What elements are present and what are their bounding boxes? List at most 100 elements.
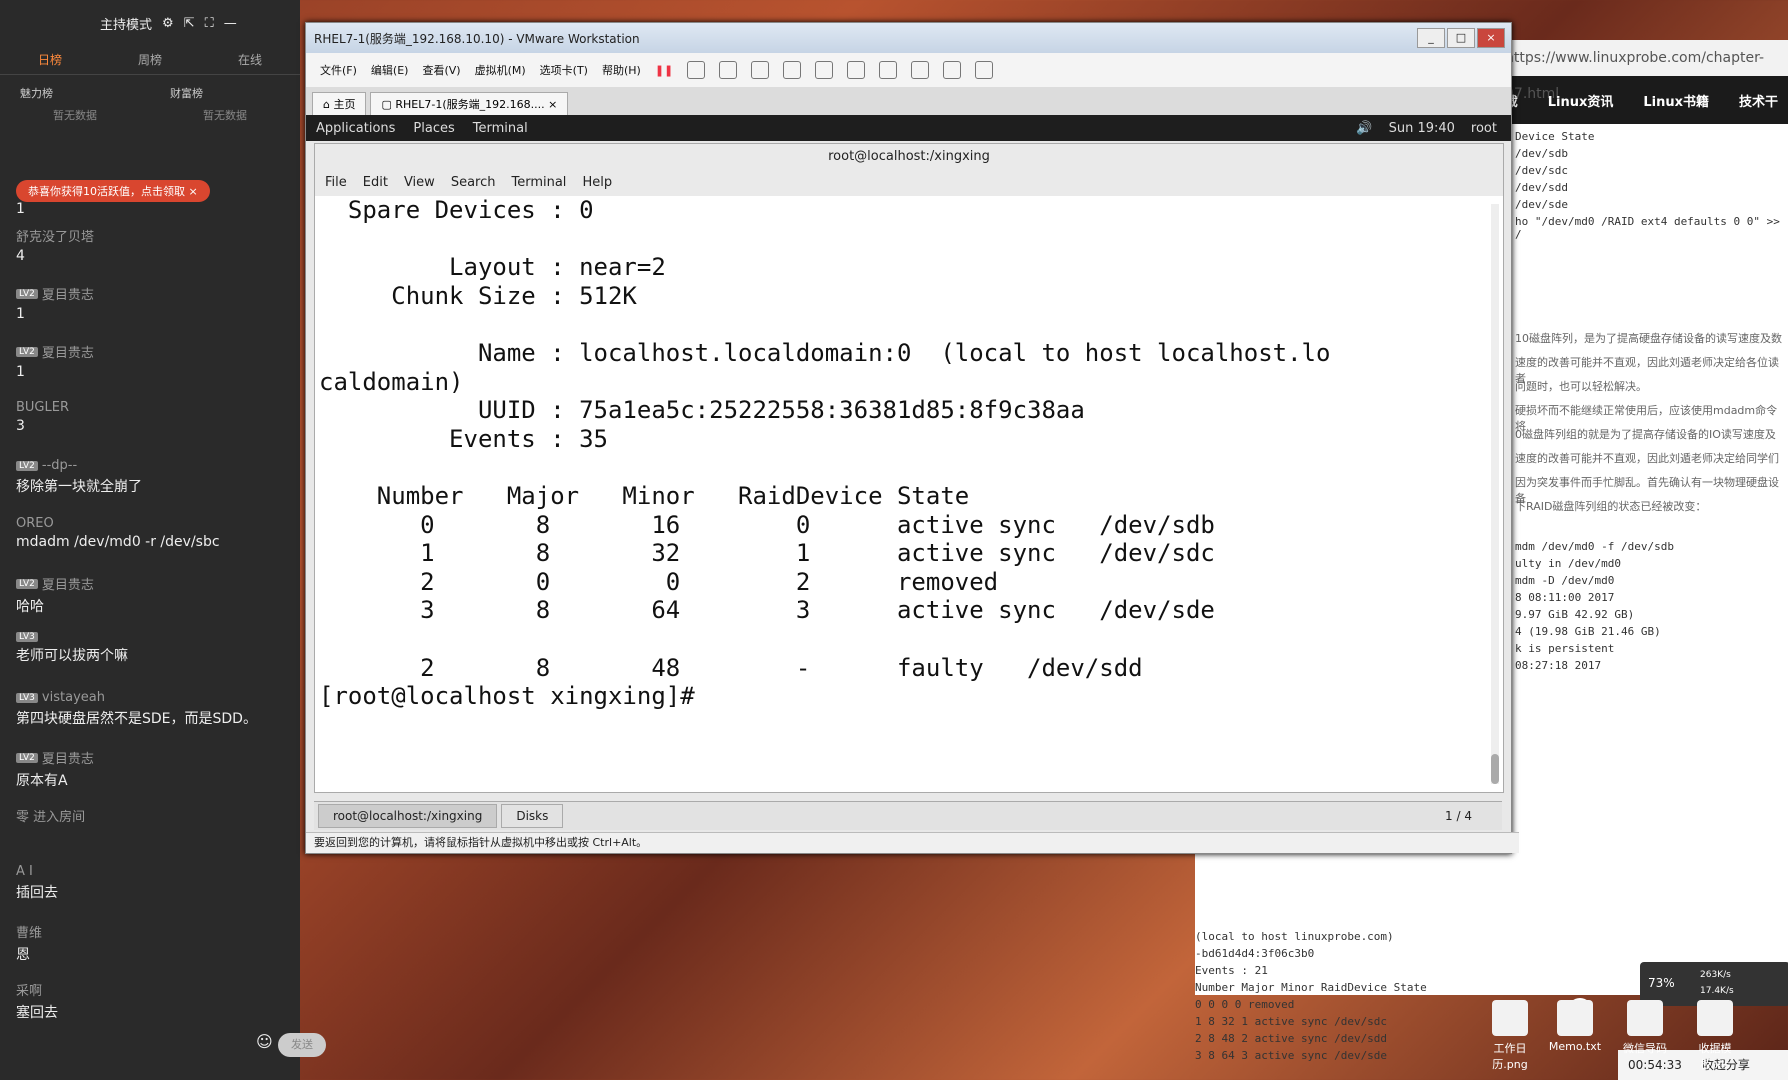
live-chat-panel: 主持模式 ⚙ ⇱ ⛶ — 日榜 周榜 在线 魅力榜 财富榜 暂无数据 暂无数据 … — [0, 0, 300, 1080]
desktop-icon[interactable]: 工作日历.png — [1480, 1000, 1540, 1072]
chat-user[interactable]: 曹维 — [16, 922, 42, 941]
term-menu-view[interactable]: View — [404, 170, 435, 196]
term-menu-edit[interactable]: Edit — [363, 170, 388, 196]
chat-user[interactable]: A I — [16, 864, 58, 879]
desktop-icon[interactable]: 微信导码 — [1615, 1000, 1675, 1056]
chat-user[interactable]: 采啊 — [16, 980, 58, 999]
chat-user[interactable]: LV2 --dp-- — [16, 458, 142, 473]
settings-icon[interactable]: ⚙ — [162, 16, 174, 31]
stretch-icon[interactable] — [975, 61, 994, 79]
chat-username: A I — [16, 864, 33, 879]
close-button[interactable]: × — [1477, 28, 1505, 48]
chat-username: vistayeah — [41, 690, 105, 705]
send-ctrlaltdel-icon[interactable] — [687, 61, 706, 79]
send-button[interactable]: 发送 — [278, 1033, 326, 1057]
empty-text: 暂无数据 — [203, 109, 247, 122]
minimize-button[interactable]: _ — [1417, 28, 1445, 48]
tab-daily[interactable]: 日榜 — [0, 46, 100, 74]
article-paragraph: 0磁盘阵列组的就是为了提高存储设备的IO读写速度及 — [1515, 428, 1776, 441]
terminal-title: root@localhost:/xingxing — [315, 144, 1503, 170]
desktop-icon-label: 微信导码 — [1623, 1042, 1667, 1055]
task-terminal[interactable]: root@localhost:/xingxing — [318, 804, 498, 828]
menu-help[interactable]: 帮助(H) — [602, 62, 641, 78]
rank-charm[interactable]: 魅力榜 — [0, 75, 150, 101]
desktop-icon[interactable]: Memo.txt — [1545, 1000, 1605, 1053]
chat-user[interactable]: BUGLER — [16, 400, 69, 415]
chat-user[interactable]: LV2 夏目贵志 — [16, 574, 94, 593]
tab-online[interactable]: 在线 — [200, 46, 300, 74]
terminal-scrollbar[interactable] — [1491, 204, 1499, 784]
revert-snapshot-icon[interactable] — [751, 61, 770, 79]
chat-user[interactable]: 零 进入房间 — [16, 806, 85, 825]
term-menu-help[interactable]: Help — [582, 170, 612, 196]
code-line: ulty in /dev/md0 — [1515, 557, 1621, 570]
pause-icon[interactable]: ❚❚ — [655, 64, 673, 77]
desktop-icon-label: Memo.txt — [1548, 1040, 1602, 1053]
term-menu-search[interactable]: Search — [451, 170, 496, 196]
code-line: mdm /dev/md0 -f /dev/sdb — [1515, 540, 1674, 553]
window-titlebar: RHEL7-1(服务端_192.168.10.10) - VMware Work… — [306, 23, 1511, 53]
maximize-button[interactable]: □ — [1447, 28, 1475, 48]
tab-weekly[interactable]: 周榜 — [100, 46, 200, 74]
desktop-icon[interactable]: 收据模板.xls — [1685, 1000, 1745, 1072]
user-menu[interactable]: root — [1471, 121, 1497, 136]
chat-username: OREO — [16, 516, 54, 531]
scroll-thumb[interactable] — [1491, 754, 1499, 784]
menu-tabs[interactable]: 选项卡(T) — [540, 62, 588, 78]
chat-user[interactable]: 舒克没了贝塔 — [16, 226, 94, 245]
nav-news[interactable]: Linux资讯 — [1548, 91, 1614, 110]
chat-message: LV2 --dp-- 移除第一块就全崩了 — [16, 458, 142, 496]
code-line: 4 (19.98 GiB 21.46 GB) — [1515, 625, 1661, 638]
applications-menu[interactable]: Applications — [316, 121, 395, 136]
menu-edit[interactable]: 编辑(E) — [371, 62, 409, 78]
host-mode-label[interactable]: 主持模式 — [100, 14, 152, 33]
chat-user[interactable]: LV3 vistayeah — [16, 690, 257, 705]
unity-icon[interactable] — [911, 61, 930, 79]
terminal-window[interactable]: root@localhost:/xingxing File Edit View … — [314, 143, 1504, 793]
fullscreen-icon[interactable]: ⛶ — [205, 16, 214, 31]
emoji-icon[interactable]: ☺ — [256, 1032, 273, 1051]
minimize-icon[interactable]: — — [224, 16, 237, 31]
term-menu-terminal[interactable]: Terminal — [511, 170, 566, 196]
menu-view[interactable]: 查看(V) — [422, 62, 460, 78]
term-menu-file[interactable]: File — [325, 170, 347, 196]
code-line: 8 08:11:00 2017 — [1515, 591, 1615, 604]
tab-home[interactable]: ⌂ 主页 — [312, 92, 367, 115]
workspace-pager[interactable]: 1 / 4 — [1445, 809, 1472, 823]
sidebar-toggle-icon[interactable] — [815, 61, 834, 79]
rank-wealth[interactable]: 财富榜 — [150, 75, 300, 101]
code-line: 08:27:18 2017 — [1515, 659, 1602, 672]
chat-text: 1 — [16, 306, 25, 322]
tab-vm[interactable]: ▢ RHEL7-1(服务端_192.168.... × — [370, 92, 569, 115]
chat-username: --dp-- — [41, 458, 78, 473]
chat-user[interactable]: OREO — [16, 516, 220, 531]
places-menu[interactable]: Places — [413, 121, 454, 136]
terminal-menubar: File Edit View Search Terminal Help — [315, 170, 1503, 196]
file-icon — [1492, 1000, 1528, 1036]
terminal-app-menu[interactable]: Terminal — [473, 121, 528, 136]
thumbnail-icon[interactable] — [847, 61, 866, 79]
volume-icon[interactable]: 🔊 — [1356, 121, 1372, 136]
chat-user[interactable]: LV2 夏目贵志 — [16, 748, 94, 767]
article-paragraph: 下RAID磁盘阵列组的状态已经被改变： — [1515, 500, 1707, 513]
snapshot-manager-icon[interactable] — [783, 61, 802, 79]
clock[interactable]: Sun 19:40 — [1389, 121, 1455, 136]
menu-file[interactable]: 文件(F) — [320, 62, 357, 78]
reward-notice[interactable]: 恭喜你获得10活跃值，点击领取 × — [16, 180, 210, 202]
chat-message: 曹维恩 — [16, 922, 42, 964]
chat-message: 零 进入房间 — [16, 806, 85, 828]
chat-user[interactable]: LV2 夏目贵志 — [16, 342, 94, 361]
chat-user[interactable]: LV2 夏目贵志 — [16, 284, 94, 303]
chat-user[interactable]: LV3 — [16, 632, 128, 642]
console-icon[interactable] — [943, 61, 962, 79]
chat-text: 老师可以拔两个嘛 — [16, 648, 128, 664]
file-icon — [1697, 1000, 1733, 1036]
task-disks[interactable]: Disks — [501, 804, 564, 828]
nav-books[interactable]: Linux书籍 — [1643, 91, 1709, 110]
share-icon[interactable]: ⇱ — [184, 16, 195, 31]
fullscreen-icon[interactable] — [879, 61, 898, 79]
terminal-output[interactable]: Spare Devices : 0 Layout : near=2 Chunk … — [315, 196, 1503, 711]
menu-vm[interactable]: 虚拟机(M) — [475, 62, 526, 78]
nav-tech[interactable]: 技术干 — [1739, 91, 1778, 110]
snapshot-icon[interactable] — [719, 61, 738, 79]
